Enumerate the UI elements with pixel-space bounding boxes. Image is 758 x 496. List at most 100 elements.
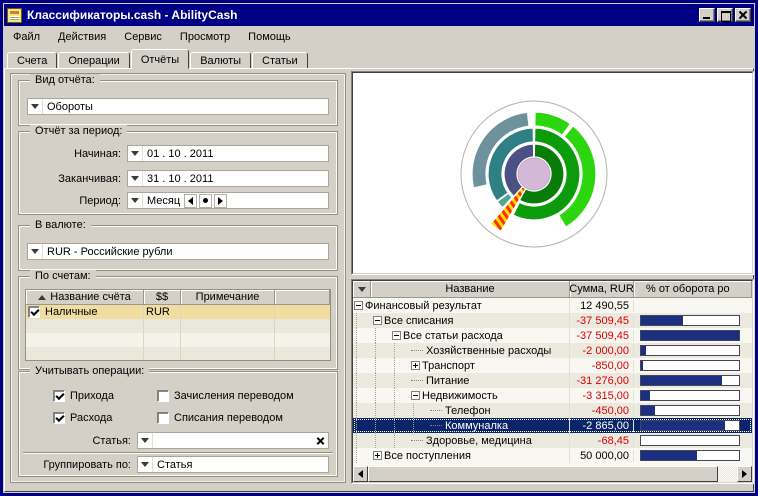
empty-cell [26, 333, 144, 347]
checkbox-outgoing-transfer[interactable]: Списания переводом [157, 412, 283, 424]
tab-0[interactable]: Счета [7, 52, 57, 69]
table-row[interactable]: Все поступления50 000,00 [353, 448, 752, 463]
tree-cell: Телефон [353, 403, 570, 418]
chevron-down-icon[interactable] [138, 457, 153, 472]
percent-cell [634, 448, 752, 463]
group-by-combobox[interactable]: Статья [137, 456, 329, 473]
tree-cell: Транспорт [353, 358, 570, 373]
period-prev-button[interactable] [184, 194, 197, 208]
percent-bar [640, 330, 740, 341]
accounts-table-header: Название счёта $$ Примечание [26, 290, 330, 305]
title-bar[interactable]: Классификаторы.cash - AbilityCash [4, 4, 754, 26]
scrollbar-thumb[interactable] [368, 466, 718, 482]
menu-item-4[interactable]: Помощь [239, 29, 300, 45]
menu-item-0[interactable]: Файл [4, 29, 49, 45]
collapse-icon[interactable] [373, 316, 382, 325]
accounts-col-name[interactable]: Название счёта [26, 290, 144, 305]
column-header-name[interactable]: Название [371, 281, 570, 298]
expand-icon[interactable] [411, 361, 420, 370]
menu-item-3[interactable]: Просмотр [171, 29, 239, 45]
table-row[interactable]: Телефон-450,00 [353, 403, 752, 418]
tab-3[interactable]: Валюты [190, 52, 251, 69]
close-button[interactable] [735, 8, 751, 22]
table-row[interactable]: Здоровье, медицина-68,45 [353, 433, 752, 448]
accounts-col-note[interactable]: Примечание [181, 290, 275, 305]
menu-item-1[interactable]: Действия [49, 29, 115, 45]
column-header-amount[interactable]: Сумма, RUR [570, 281, 634, 298]
amount-cell: 12 490,55 [570, 300, 634, 312]
scroll-right-button[interactable] [737, 466, 752, 482]
period-step-combobox[interactable]: Месяц [127, 192, 329, 209]
percent-bar [640, 405, 740, 416]
checkbox-income[interactable]: Прихода [53, 390, 157, 402]
checkbox-expense[interactable]: Расхода [53, 412, 157, 424]
checkbox-incoming-transfer[interactable]: Зачисления переводом [157, 390, 294, 402]
period-group: Отчёт за период: Начиная: 01 . 10 . 2011… [18, 131, 338, 215]
chevron-down-icon[interactable] [128, 171, 143, 186]
chevron-down-icon[interactable] [28, 244, 43, 259]
table-header: Название Сумма, RUR % от оборота ро [353, 281, 752, 298]
horizontal-scrollbar[interactable] [353, 466, 752, 482]
period-next-button[interactable] [214, 194, 227, 208]
tree-guide [413, 403, 429, 418]
scroll-left-button[interactable] [353, 466, 368, 482]
report-type-combobox[interactable]: Обороты [27, 98, 329, 115]
period-step-value: Месяц [143, 195, 180, 207]
table-row[interactable]: Финансовый результат 12 490,55 [353, 298, 752, 313]
percent-bar [640, 375, 740, 386]
collapse-icon[interactable] [354, 301, 363, 310]
chevron-down-icon[interactable] [28, 99, 43, 114]
table-row[interactable]: Питание-31 276,00 [353, 373, 752, 388]
account-empty-row [26, 347, 330, 361]
table-row[interactable]: Недвижимость-3 315,00 [353, 388, 752, 403]
filter-dropdown-icon[interactable] [353, 281, 371, 298]
account-name-cell: Наличные [26, 305, 144, 319]
checkbox-icon[interactable] [157, 390, 169, 402]
menu-item-2[interactable]: Сервис [115, 29, 171, 45]
table-row[interactable]: Коммуналка-2 865,00 [353, 418, 752, 433]
end-date-field[interactable]: 31 . 10 . 2011 [127, 170, 329, 187]
period-current-button[interactable] [199, 194, 212, 208]
table-row[interactable]: Все статьи расхода-37 509,45 [353, 328, 752, 343]
tree-connector [430, 425, 442, 426]
clear-article-button[interactable] [314, 434, 328, 448]
tab-2[interactable]: Отчёты [131, 49, 189, 69]
empty-cell [26, 319, 144, 333]
accounts-col-extra[interactable] [275, 290, 330, 305]
tab-4[interactable]: Статьи [252, 52, 308, 69]
checkbox-icon[interactable] [53, 412, 65, 424]
expand-icon[interactable] [373, 451, 382, 460]
checkbox-icon[interactable] [157, 412, 169, 424]
tree-connector [411, 380, 423, 381]
article-combobox[interactable] [137, 432, 329, 449]
tree-guide [375, 358, 391, 373]
tree-guide [375, 388, 391, 403]
checkbox-icon[interactable] [53, 390, 65, 402]
percent-bar-fill [641, 361, 643, 370]
tab-1[interactable]: Операции [58, 52, 129, 69]
collapse-icon[interactable] [411, 391, 420, 400]
chevron-down-icon[interactable] [138, 433, 153, 448]
account-name: Наличные [45, 306, 97, 318]
accounts-col-currency[interactable]: $$ [144, 290, 181, 305]
period-group-label: Отчёт за период: [30, 125, 127, 137]
account-checkbox[interactable] [28, 306, 40, 318]
collapse-icon[interactable] [392, 331, 401, 340]
row-label: Финансовый результат [365, 300, 482, 312]
table-row[interactable]: Транспорт-850,00 [353, 358, 752, 373]
empty-cell [181, 347, 275, 361]
maximize-button[interactable] [717, 8, 733, 22]
minimize-button[interactable] [699, 8, 715, 22]
column-header-percent[interactable]: % от оборота ро [634, 281, 752, 298]
table-row[interactable]: Все списания-37 509,45 [353, 313, 752, 328]
tree-connector [430, 410, 442, 411]
tree-guide [394, 343, 410, 358]
table-row[interactable]: Хозяйственные расходы-2 000,00 [353, 343, 752, 358]
chevron-down-icon[interactable] [128, 193, 143, 208]
account-row[interactable]: НаличныеRUR [26, 305, 330, 319]
chevron-down-icon[interactable] [128, 146, 143, 161]
currency-combobox[interactable]: RUR - Российские рубли [27, 243, 329, 260]
empty-cell [26, 347, 144, 361]
start-date-field[interactable]: 01 . 10 . 2011 [127, 145, 329, 162]
accounts-col-note-label: Примечание [196, 291, 260, 303]
